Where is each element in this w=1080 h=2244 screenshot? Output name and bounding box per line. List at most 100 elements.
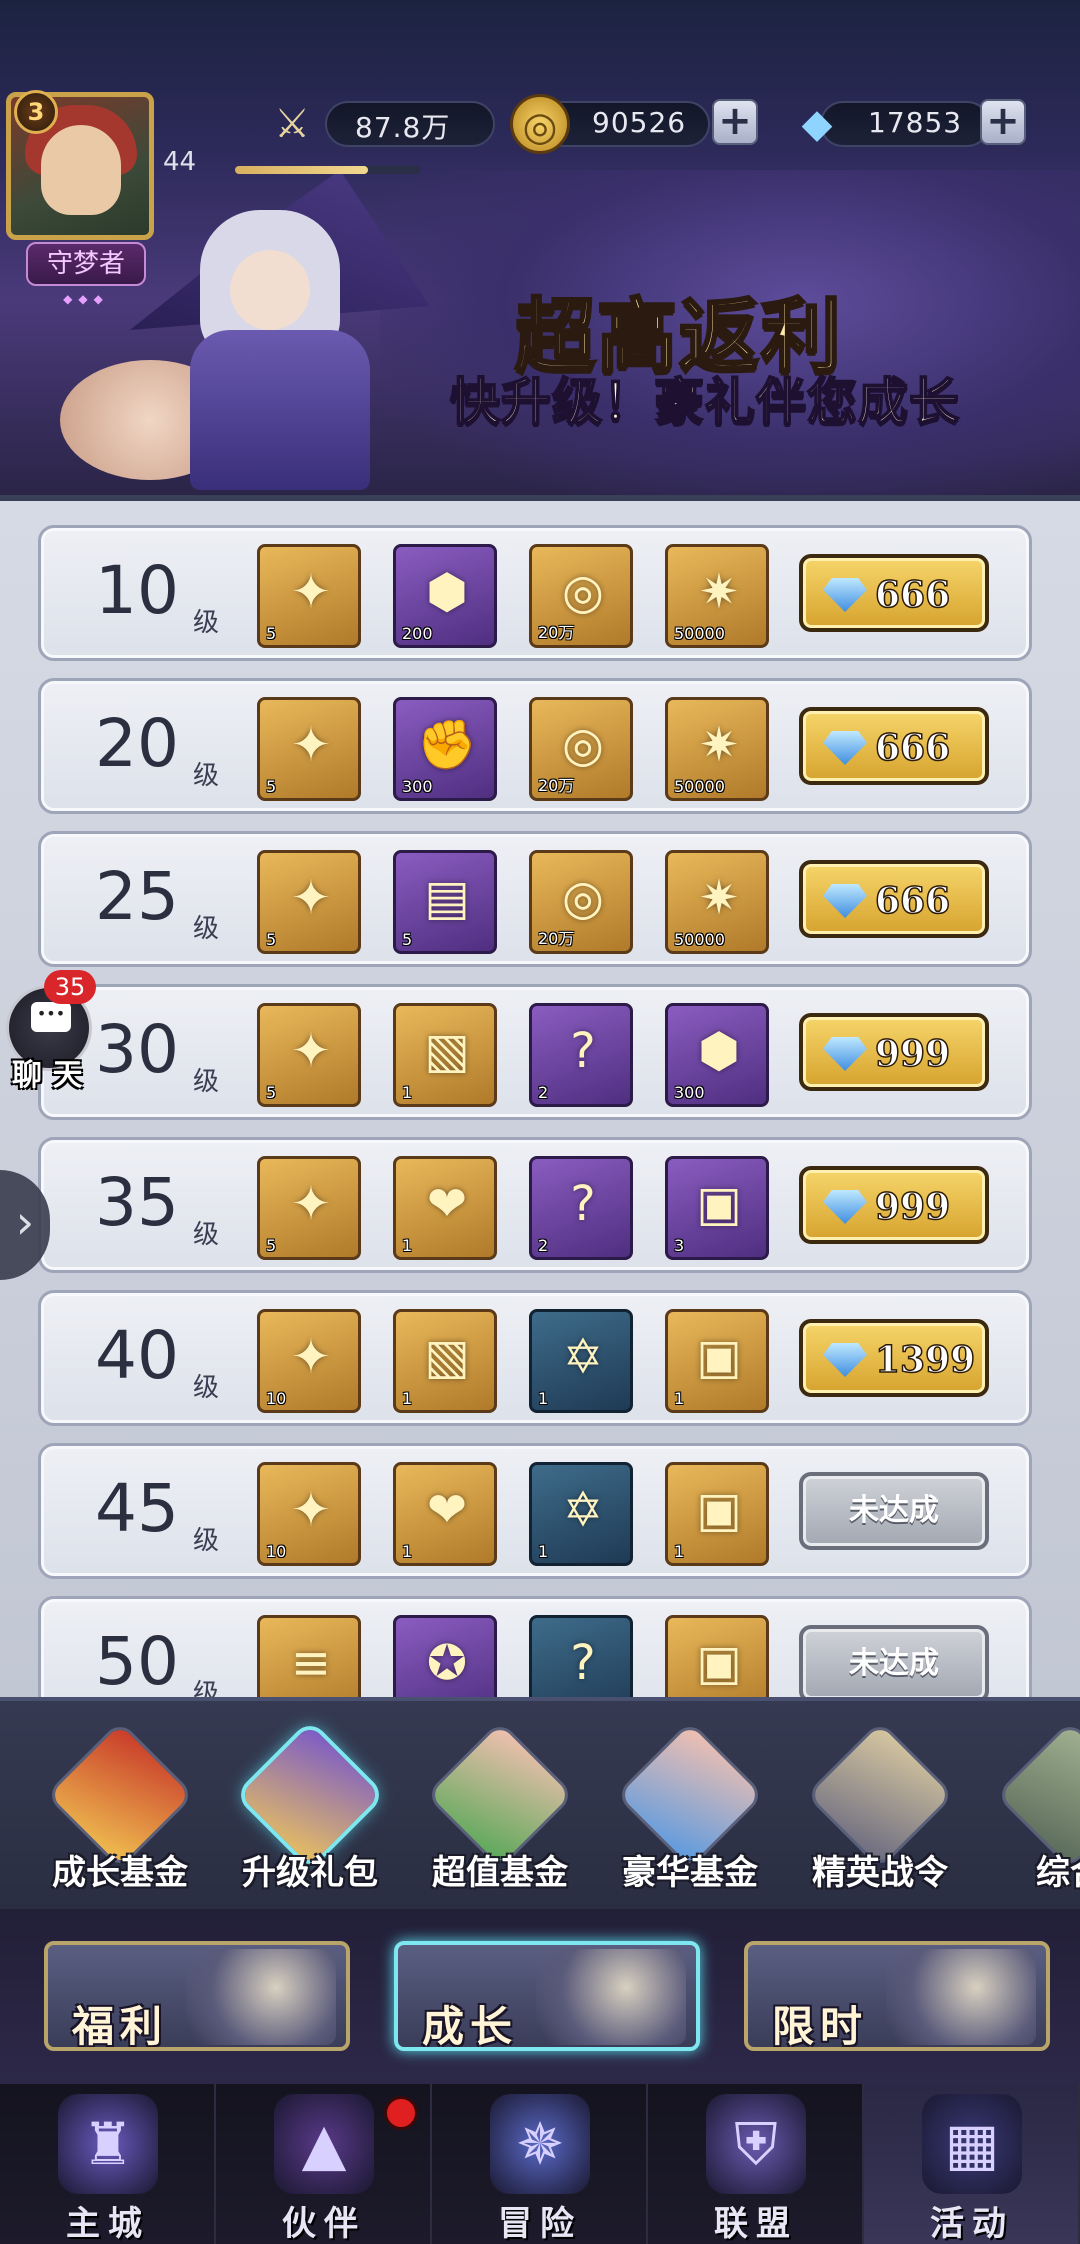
reward-item[interactable]: ▣1 [665, 1462, 769, 1566]
category-tab-1[interactable]: 福利 [44, 1941, 350, 2051]
reward-item[interactable]: ✦ 10 [257, 1462, 361, 1566]
add-gold-button[interactable]: + [712, 99, 758, 145]
activity-label: 综合 [1036, 1853, 1080, 1893]
claim-diamond-amount: 1399 [874, 1338, 976, 1382]
reward-item[interactable]: ? 2 [529, 1003, 633, 1107]
reward-level-unit: 级 [193, 914, 220, 944]
nav-3[interactable]: ✵ 冒险 [432, 2084, 648, 2244]
reward-row: 45 级 ✦ 10 ❤ 1 ✡ 1 ▣ 1 未达成 [38, 1443, 1032, 1579]
reward-level: 25 [95, 858, 179, 935]
activity-carousel[interactable]: 成长基金 升级礼包 超值基金 豪华基金 精英战令 综合 [0, 1697, 1080, 1909]
reward-item[interactable]: ✦ 5 [257, 697, 361, 801]
claim-diamond-button[interactable]: 666 [799, 707, 989, 785]
reward-item[interactable]: ✦ 5 [257, 1003, 361, 1107]
resource-value-power: 87.8万 [355, 111, 451, 144]
reward-item[interactable]: ◎ 20万 [529, 544, 633, 648]
xp-bar [235, 166, 420, 174]
claim-diamond-button[interactable]: 999 [799, 1166, 989, 1244]
claim-diamond-button[interactable]: 666 [799, 554, 989, 632]
reward-item[interactable]: ▧ 1 [393, 1309, 497, 1413]
diamond-icon [823, 884, 867, 918]
reward-item[interactable]: ✊ 300 [393, 697, 497, 801]
reward-item-count: 5 [402, 930, 413, 949]
reward-item[interactable]: ✷ 50000 [665, 850, 769, 954]
cards-icon: ▦ [922, 2094, 1022, 2194]
mystery-hero-icon: ? [570, 1023, 596, 1079]
activity-2[interactable]: 升级礼包 [220, 1715, 400, 1905]
claim-diamond-button[interactable]: 1399 [799, 1319, 989, 1397]
reward-item[interactable]: ▣ 3 [665, 1156, 769, 1260]
activity-6[interactable]: 综合 [980, 1715, 1080, 1905]
reward-item[interactable]: ✡ 1 [529, 1309, 633, 1413]
bundle-scrolls-icon: ≡ [290, 1635, 332, 1691]
reward-item[interactable]: ✷ 50000 [665, 697, 769, 801]
treasure-chest-icon: ▣ [696, 1176, 742, 1232]
reward-row: 40 级 ✦ 10 ▧ 1 ✡ 1 ▣ 1 1399 [38, 1290, 1032, 1426]
reward-item[interactable]: ◎ 20万 [529, 697, 633, 801]
avatar-face [41, 125, 121, 215]
scroll-gold-icon: ✦ [290, 1482, 332, 1538]
reward-item-count: 2 [538, 1236, 549, 1255]
reward-item[interactable]: ✡ 1 [529, 1462, 633, 1566]
category-tab-3[interactable]: 限时 [744, 1941, 1050, 2051]
gauntlet-coin-icon: ✊ [417, 717, 477, 773]
reward-item-count: 5 [266, 930, 277, 949]
reward-item[interactable]: ❤ 1 [393, 1462, 497, 1566]
scroll-gold-icon: ✦ [290, 717, 332, 773]
reward-item[interactable]: ⬢ 300 [665, 1003, 769, 1107]
add-diamond-button[interactable]: + [980, 99, 1026, 145]
reward-item[interactable]: ✦ 10 [257, 1309, 361, 1413]
exp-star-icon: ✷ [698, 564, 740, 620]
reward-item[interactable]: ✦ 5 [257, 544, 361, 648]
nav-2[interactable]: ▲ 伙伴 [216, 2084, 432, 2244]
reward-level: 10 [95, 552, 179, 629]
nav-1[interactable]: ♜ 主城 [0, 2084, 216, 2244]
treasure-chest-icon: ▣ [696, 1329, 742, 1385]
reward-item-count: 20万 [538, 623, 575, 642]
claim-diamond-button[interactable]: 666 [799, 860, 989, 938]
exp-star-icon: ✷ [698, 870, 740, 926]
reward-item-count: 1 [538, 1389, 549, 1408]
reward-item[interactable]: ✦ 5 [257, 1156, 361, 1260]
bottom-nav: ♜ 主城 ▲ 伙伴 ✵ 冒险 ⛨ 联盟 ▦ 活动 [0, 2084, 1080, 2244]
reward-item[interactable]: ?20 [529, 1615, 633, 1697]
activity-4[interactable]: 豪华基金 [600, 1715, 780, 1905]
reward-item[interactable]: ✪50 [393, 1615, 497, 1697]
nav-5[interactable]: ▦ 活动 [864, 2084, 1080, 2244]
reward-item[interactable]: ❤ 1 [393, 1156, 497, 1260]
reward-item-count: 50000 [674, 777, 725, 796]
claim-diamond-amount: 666 [874, 726, 951, 770]
reward-level-unit: 级 [193, 1067, 220, 1097]
reward-item[interactable]: ▤ 5 [393, 850, 497, 954]
activity-5[interactable]: 精英战令 [790, 1715, 970, 1905]
reward-item[interactable]: ▧ 1 [393, 1003, 497, 1107]
reward-item-count: 5 [266, 1083, 277, 1102]
not-achieved-button[interactable]: 未达成 [799, 1472, 989, 1550]
diamond-icon [823, 731, 867, 765]
reward-item[interactable]: ▣1 [665, 1615, 769, 1697]
castle-icon: ♜ [58, 2094, 158, 2194]
reward-list[interactable]: 10 级 ✦ 5 ⬢ 200 ◎ 20万 ✷ 50000 666 20 级 ✦ 5 ✊ 300 ◎ 20万 ✷ 5000… [0, 495, 1080, 1697]
reward-item-count: 1 [674, 1542, 685, 1561]
activity-label: 升级礼包 [242, 1853, 378, 1893]
not-achieved-button[interactable]: 未达成 [799, 1625, 989, 1697]
reward-item[interactable]: ✷ 50000 [665, 544, 769, 648]
reward-item[interactable]: ? 2 [529, 1156, 633, 1260]
reward-item[interactable]: ≡10 [257, 1615, 361, 1697]
title-badge[interactable]: 守梦者 [26, 242, 146, 286]
reward-item[interactable]: ⬢ 200 [393, 544, 497, 648]
diamond-icon [823, 1343, 867, 1377]
reward-item[interactable]: ✦ 5 [257, 850, 361, 954]
reward-item-count: 1 [402, 1236, 413, 1255]
activity-1[interactable]: 成长基金 [30, 1715, 210, 1905]
activity-label: 超值基金 [432, 1853, 568, 1893]
reward-item[interactable]: ▣1 [665, 1309, 769, 1413]
reward-item-count: 1 [538, 1542, 549, 1561]
gold-coin-icon: ◎ [562, 870, 604, 926]
category-tab-2[interactable]: 成长 [394, 1941, 700, 2051]
reward-item[interactable]: ◎ 20万 [529, 850, 633, 954]
activity-3[interactable]: 超值基金 [410, 1715, 590, 1905]
diamond-icon [823, 1037, 867, 1071]
nav-4[interactable]: ⛨ 联盟 [648, 2084, 864, 2244]
claim-diamond-button[interactable]: 999 [799, 1013, 989, 1091]
